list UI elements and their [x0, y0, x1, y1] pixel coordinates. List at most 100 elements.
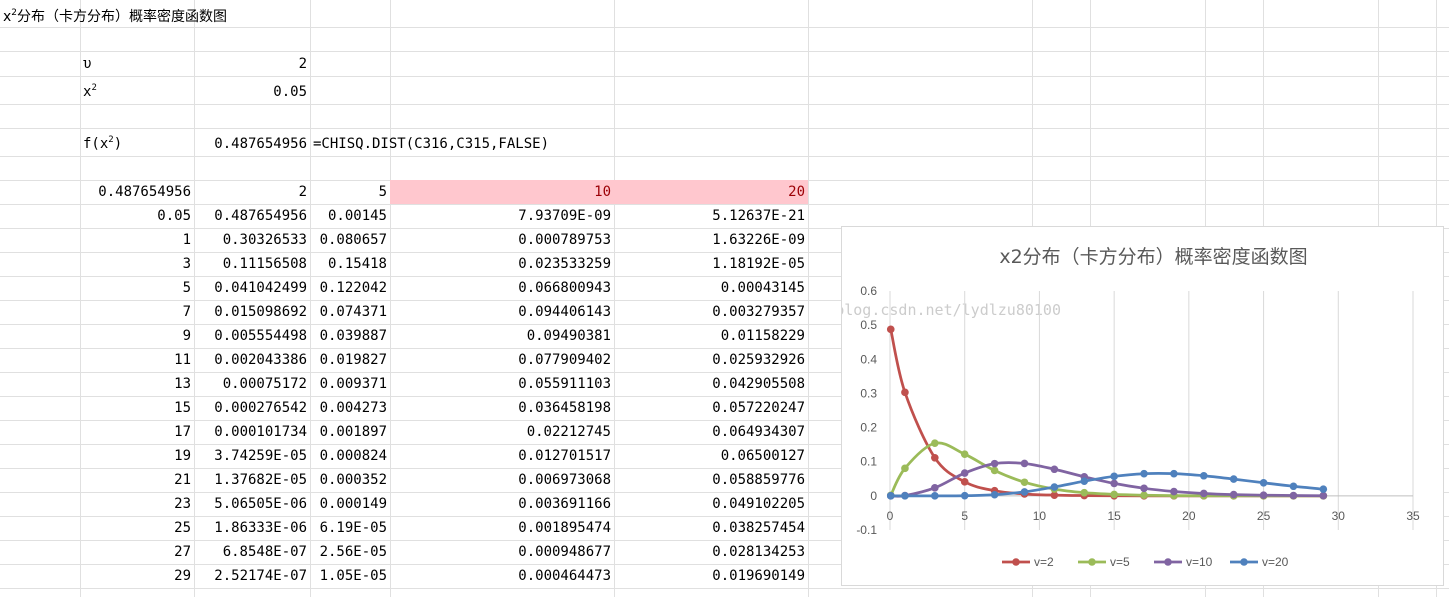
table-cell[interactable]: 0.000464473 — [390, 564, 614, 588]
table-cell[interactable]: 0.30326533 — [194, 228, 310, 252]
table-cell[interactable]: 0.074371 — [310, 300, 390, 324]
data-point-v=5[interactable] — [901, 464, 909, 473]
table-cell[interactable]: 2.56E-05 — [310, 540, 390, 564]
table-cell[interactable]: 1.05E-05 — [310, 564, 390, 588]
data-point-v=10[interactable] — [990, 459, 999, 468]
data-point-v=10[interactable] — [960, 469, 969, 477]
data-point-v=5[interactable] — [1140, 491, 1148, 500]
data-point-v=10[interactable] — [1170, 487, 1178, 496]
table-cell[interactable]: 0.055911103 — [390, 372, 614, 396]
table-cell[interactable]: 27 — [80, 540, 194, 564]
table-cell[interactable]: 0.122042 — [310, 276, 390, 300]
sheet-title[interactable]: x2分布（卡方分布）概率密度函数图 — [0, 5, 330, 29]
header-cell-a[interactable]: 0.487654956 — [80, 180, 194, 204]
f-label-cell[interactable]: f(x2) — [80, 132, 194, 156]
table-cell[interactable]: 0.012701517 — [390, 444, 614, 468]
table-cell[interactable]: 0.02212745 — [390, 420, 614, 444]
data-point-v=5[interactable] — [1020, 478, 1029, 487]
data-point-v=20[interactable] — [1229, 475, 1238, 483]
table-cell[interactable]: 5 — [80, 276, 194, 300]
table-cell[interactable]: 13 — [80, 372, 194, 396]
table-cell[interactable]: 7.93709E-09 — [390, 204, 614, 228]
data-point-v=5[interactable] — [990, 466, 999, 475]
table-cell[interactable]: 0.003691166 — [390, 492, 614, 516]
table-cell[interactable]: 0.00043145 — [614, 276, 808, 300]
data-point-v=20[interactable] — [901, 492, 909, 500]
data-point-v=20[interactable] — [1110, 472, 1118, 481]
table-cell[interactable]: 0.00145 — [310, 204, 390, 228]
data-point-v=10[interactable] — [1319, 491, 1328, 500]
table-cell[interactable]: 0.028134253 — [614, 540, 808, 564]
data-point-v=2[interactable] — [960, 478, 969, 486]
data-point-v=10[interactable] — [1259, 491, 1268, 500]
table-cell[interactable]: 15 — [80, 396, 194, 420]
table-cell[interactable]: 0.06500127 — [614, 444, 808, 468]
table-cell[interactable]: 0.080657 — [310, 228, 390, 252]
table-cell[interactable]: 0.001895474 — [390, 516, 614, 540]
data-point-v=20[interactable] — [1319, 485, 1328, 493]
series-line-v=2[interactable] — [889, 329, 1324, 498]
table-cell[interactable]: 0.002043386 — [194, 348, 310, 372]
data-point-v=20[interactable] — [990, 490, 999, 499]
data-point-v=5[interactable] — [931, 439, 939, 448]
table-cell[interactable]: 0.042905508 — [614, 372, 808, 396]
table-cell[interactable]: 9 — [80, 324, 194, 348]
table-cell[interactable]: 1.18192E-05 — [614, 252, 808, 276]
table-cell[interactable]: 3 — [80, 252, 194, 276]
data-point-v=10[interactable] — [1140, 484, 1148, 493]
data-point-v=10[interactable] — [1020, 459, 1029, 468]
table-cell[interactable]: 11 — [80, 348, 194, 372]
table-cell[interactable]: 0.015098692 — [194, 300, 310, 324]
table-cell[interactable]: 0.000824 — [310, 444, 390, 468]
table-cell[interactable]: 0.000948677 — [390, 540, 614, 564]
table-cell[interactable]: 0.000149 — [310, 492, 390, 516]
table-cell[interactable]: 0.15418 — [310, 252, 390, 276]
table-cell[interactable]: 0.09490381 — [390, 324, 614, 348]
table-cell[interactable]: 0.019690149 — [614, 564, 808, 588]
table-cell[interactable]: 1 — [80, 228, 194, 252]
table-cell[interactable]: 5.12637E-21 — [614, 204, 808, 228]
table-cell[interactable]: 19 — [80, 444, 194, 468]
data-point-v=2[interactable] — [931, 453, 939, 462]
table-cell[interactable]: 0.077909402 — [390, 348, 614, 372]
data-point-v=20[interactable] — [960, 491, 969, 500]
table-cell[interactable]: 0.000276542 — [194, 396, 310, 420]
table-cell[interactable]: 1.37682E-05 — [194, 468, 310, 492]
x2-value-cell[interactable]: 0.05 — [194, 80, 310, 104]
data-point-v=20[interactable] — [1080, 477, 1089, 486]
table-cell[interactable]: 1.86333E-06 — [194, 516, 310, 540]
table-cell[interactable]: 17 — [80, 420, 194, 444]
table-cell[interactable]: 0.025932926 — [614, 348, 808, 372]
table-cell[interactable]: 3.74259E-05 — [194, 444, 310, 468]
table-cell[interactable]: 0.049102205 — [614, 492, 808, 516]
data-point-v=20[interactable] — [1170, 469, 1178, 478]
table-cell[interactable]: 0.064934307 — [614, 420, 808, 444]
table-cell[interactable]: 1.63226E-09 — [614, 228, 808, 252]
data-point-v=10[interactable] — [1200, 489, 1208, 498]
table-cell[interactable]: 23 — [80, 492, 194, 516]
table-cell[interactable]: 0.058859776 — [614, 468, 808, 492]
f-value-cell[interactable]: 0.487654956 — [194, 132, 310, 156]
table-cell[interactable]: 25 — [80, 516, 194, 540]
data-point-v=5[interactable] — [1080, 488, 1089, 497]
table-cell[interactable]: 0.004273 — [310, 396, 390, 420]
nu-value-cell[interactable]: 2 — [194, 52, 310, 76]
table-cell[interactable]: 6.19E-05 — [310, 516, 390, 540]
table-cell[interactable]: 6.8548E-07 — [194, 540, 310, 564]
table-cell[interactable]: 0.036458198 — [390, 396, 614, 420]
table-cell[interactable]: 7 — [80, 300, 194, 324]
data-point-v=10[interactable] — [931, 484, 939, 492]
table-cell[interactable]: 0.066800943 — [390, 276, 614, 300]
table-cell[interactable]: 29 — [80, 564, 194, 588]
chart-container[interactable]: http://blog.csdn.net/lydlzu80100 x2分布（卡方分… — [841, 226, 1444, 586]
table-cell[interactable]: 0.019827 — [310, 348, 390, 372]
table-cell[interactable]: 0.003279357 — [614, 300, 808, 324]
data-point-v=20[interactable] — [886, 492, 895, 500]
data-point-v=20[interactable] — [1259, 478, 1268, 487]
data-point-v=20[interactable] — [1140, 469, 1148, 478]
table-cell[interactable]: 0.005554498 — [194, 324, 310, 348]
table-cell[interactable]: 0.009371 — [310, 372, 390, 396]
table-cell[interactable]: 0.00075172 — [194, 372, 310, 396]
data-point-v=20[interactable] — [1289, 482, 1298, 491]
x2-label-cell[interactable]: x2 — [80, 80, 194, 104]
